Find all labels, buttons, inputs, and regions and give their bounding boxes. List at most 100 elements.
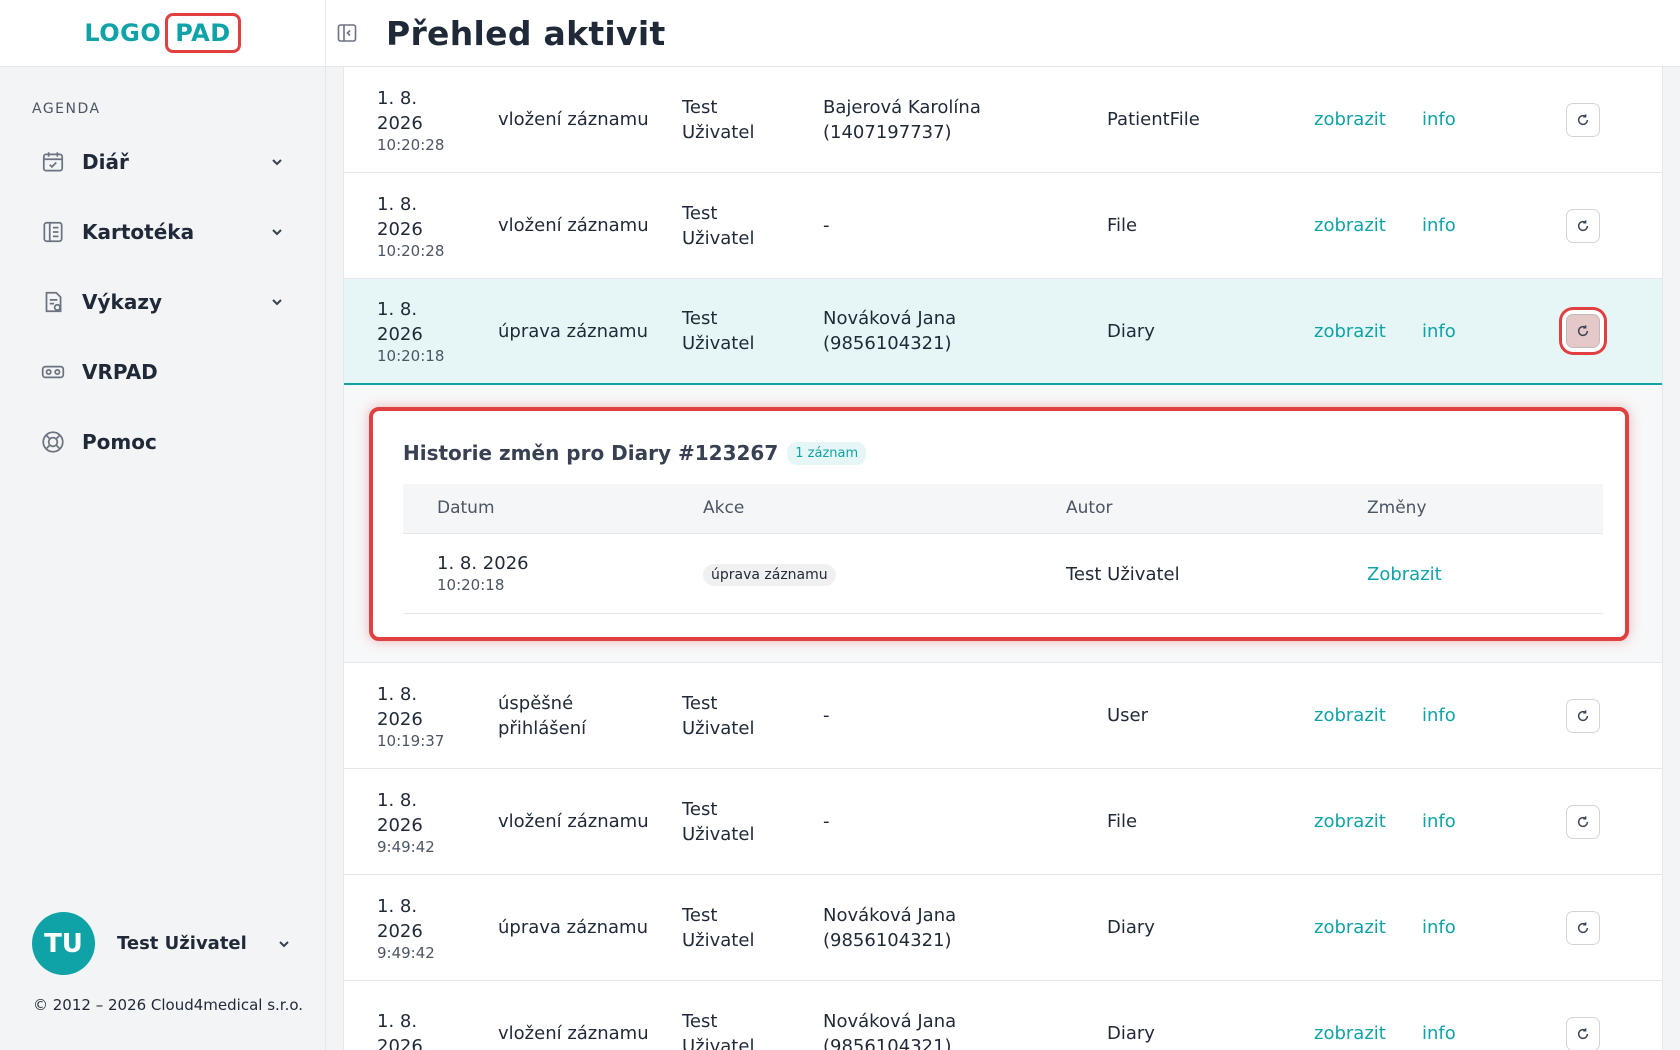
row-type: File: [1107, 215, 1138, 236]
history-button[interactable]: [1566, 208, 1600, 243]
row-user: Test Uživatel: [682, 96, 755, 143]
file-cabinet-icon: [43, 221, 63, 243]
table-row-active: 1. 8. 2026 10:20:18 úprava záznamu Test Uži…: [344, 279, 1662, 385]
history-button[interactable]: [1566, 804, 1600, 839]
row-type: User: [1107, 705, 1149, 726]
column-header-changes: Změny: [1367, 498, 1427, 518]
sidebar-item-pomoc[interactable]: Pomoc: [0, 407, 325, 477]
table-row: 1. 8. 2026 10:20:28 vložení záznamu Test Už…: [344, 173, 1662, 279]
logo-part1: LOGO: [84, 19, 162, 47]
sidebar-item-vrpad[interactable]: VRPAD: [0, 337, 325, 407]
row-action: vložení záznamu: [498, 109, 649, 130]
page-title: Přehled aktivit: [386, 13, 666, 53]
view-link[interactable]: zobrazit: [1314, 917, 1386, 938]
row-date: 1. 8. 2026 10:20:28: [377, 87, 445, 154]
view-link[interactable]: zobrazit: [1314, 1023, 1386, 1044]
history-button[interactable]: [1566, 102, 1600, 137]
history-button-active[interactable]: [1566, 314, 1600, 348]
user-name: Test Uživatel: [117, 933, 247, 954]
history-panel: Historie změn pro Diary #123267 1 záznam…: [369, 407, 1629, 641]
row-date: 1. 8. 2026 9:49:42: [377, 789, 435, 856]
row-patient: Bajerová Karolína (1407197737): [823, 96, 981, 143]
section-label: AGENDA: [32, 101, 101, 117]
row-type: PatientFile: [1107, 109, 1200, 130]
vr-headset-icon: [41, 365, 65, 379]
logo-part2: PAD: [165, 13, 241, 53]
chevron-down-icon: [272, 299, 282, 306]
history-table-header: Datum Akce Autor Změny: [403, 484, 1603, 534]
table-row: 1. 8. 2026 9:49:42 vložení záznamu Test Uži…: [344, 769, 1662, 875]
history-detail-area: Historie změn pro Diary #123267 1 záznam…: [344, 385, 1662, 663]
view-link[interactable]: zobrazit: [1314, 321, 1386, 342]
column-header-date: Datum: [437, 498, 495, 518]
history-title: Historie změn pro Diary #123267 1 záznam: [403, 441, 867, 465]
row-user: Test Uživatel: [682, 904, 755, 951]
history-button[interactable]: [1566, 1016, 1600, 1050]
history-icon: [1577, 1027, 1589, 1039]
row-patient: Nováková Jana (9856104321): [823, 308, 957, 354]
logo-bar: LOGO PAD: [0, 0, 325, 67]
history-icon: [1577, 113, 1589, 125]
row-type: Diary: [1107, 320, 1155, 342]
sidebar-collapse-icon[interactable]: [335, 21, 359, 45]
info-link[interactable]: info: [1422, 811, 1456, 832]
history-icon: [1577, 325, 1589, 337]
row-type: File: [1107, 811, 1138, 832]
sidebar-item-label: Diář: [82, 150, 129, 174]
history-icon: [1577, 815, 1589, 827]
row-date: 1. 8. 2026 10:20:18: [377, 299, 445, 365]
row-date: 1. 8. 2026 10:19:37: [377, 683, 445, 750]
view-link[interactable]: zobrazit: [1314, 811, 1386, 832]
info-link[interactable]: info: [1422, 1023, 1456, 1044]
user-menu[interactable]: TU Test Uživatel: [32, 912, 292, 975]
table-row: 1. 8. 2026 vložení záznamu Test Uživatel N…: [344, 981, 1662, 1050]
history-date: 1. 8. 2026 10:20:18: [437, 553, 529, 594]
history-table: Datum Akce Autor Změny 1. 8. 2026 10:20:1…: [403, 484, 1603, 614]
view-link[interactable]: zobrazit: [1314, 705, 1386, 726]
history-changes-link[interactable]: Zobrazit: [1367, 564, 1442, 585]
avatar: TU: [32, 912, 95, 975]
history-icon: [1577, 219, 1589, 231]
column-header-author: Autor: [1066, 498, 1113, 518]
history-row: 1. 8. 2026 10:20:18 úprava záznamu Test U…: [403, 534, 1603, 614]
sidebar: LOGO PAD AGENDA Diář Kartotéka Výkazy VR…: [0, 0, 326, 1050]
row-action: vložení záznamu: [498, 811, 649, 832]
row-patient: Nováková Jana (9856104321): [823, 1010, 957, 1050]
view-link[interactable]: zobrazit: [1314, 109, 1386, 130]
row-user: Test Uživatel: [682, 202, 755, 249]
row-patient: -: [823, 215, 830, 236]
table-row: 1. 8. 2026 9:49:42 úprava záznamu Test Uživ…: [344, 875, 1662, 981]
row-patient: Nováková Jana (9856104321): [823, 904, 957, 951]
chevron-down-icon: [272, 229, 282, 236]
info-link[interactable]: info: [1422, 321, 1456, 342]
info-link[interactable]: info: [1422, 215, 1456, 236]
sidebar-item-label: VRPAD: [82, 360, 158, 384]
row-date: 1. 8. 2026 10:20:28: [377, 193, 445, 260]
history-action-badge: úprava záznamu: [703, 564, 836, 586]
sidebar-nav: Diář Kartotéka Výkazy VRPAD Pomoc: [0, 127, 325, 477]
copyright: © 2012 – 2026 Cloud4medical s.r.o.: [33, 996, 304, 1014]
row-action: úprava záznamu: [498, 320, 648, 342]
row-user: Test Uživatel: [682, 798, 755, 845]
info-link[interactable]: info: [1422, 109, 1456, 130]
row-action: vložení záznamu: [498, 1023, 649, 1044]
lifebuoy-icon: [42, 431, 64, 453]
row-user: Test Uživatel: [682, 308, 755, 354]
info-link[interactable]: info: [1422, 705, 1456, 726]
sidebar-item-vykazy[interactable]: Výkazy: [0, 267, 325, 337]
history-button[interactable]: [1566, 910, 1600, 945]
history-button[interactable]: [1566, 698, 1600, 733]
info-link[interactable]: info: [1422, 917, 1456, 938]
page-header: Přehled aktivit: [326, 0, 1680, 67]
sidebar-item-label: Kartotéka: [82, 220, 195, 244]
view-link[interactable]: zobrazit: [1314, 215, 1386, 236]
sidebar-item-label: Pomoc: [82, 430, 157, 454]
history-icon: [1577, 921, 1589, 933]
row-patient: -: [823, 705, 830, 726]
count-badge: 1 záznam: [787, 441, 867, 465]
row-type: Diary: [1107, 1023, 1155, 1044]
sidebar-item-diar[interactable]: Diář: [0, 127, 325, 197]
sidebar-item-kartoteka[interactable]: Kartotéka: [0, 197, 325, 267]
logo[interactable]: LOGO PAD: [84, 13, 241, 53]
table-row: 1. 8. 2026 10:20:28 vložení záznamu Test Už…: [344, 67, 1662, 173]
